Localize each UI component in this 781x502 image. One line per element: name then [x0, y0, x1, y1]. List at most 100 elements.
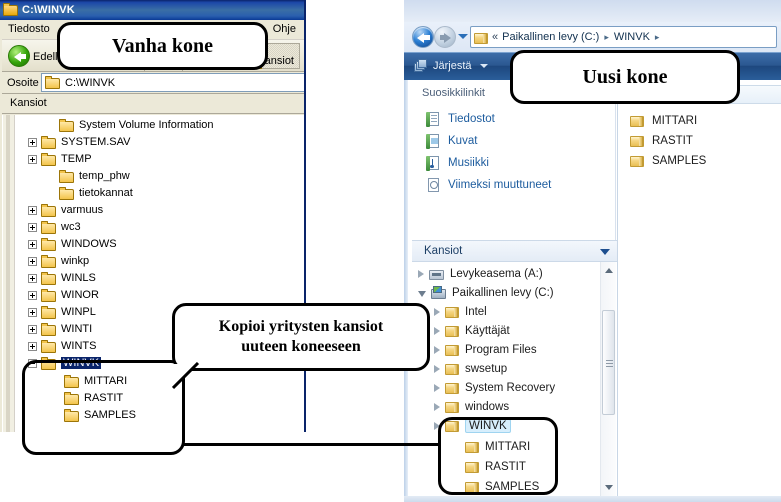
chevron-down-icon	[479, 64, 488, 68]
tree-item-local-disk-c[interactable]: Paikallinen levy (C:)	[418, 283, 554, 302]
folder-icon	[474, 31, 489, 44]
file-list-row-samples[interactable]: SAMPLES	[630, 151, 706, 170]
tree-item-winpl[interactable]: WINPL	[16, 304, 96, 320]
callout-new-machine-text: Uusi kone	[582, 65, 668, 88]
tree-item-intel[interactable]: Intel	[434, 302, 487, 321]
back-button[interactable]	[8, 45, 30, 67]
breadcrumb[interactable]: « Paikallinen levy (C:) ▸ WINVK ▸	[470, 26, 777, 48]
tree-scrollbar[interactable]	[600, 262, 616, 496]
folder-icon	[630, 154, 645, 167]
tree-item-tietokannat[interactable]: tietokannat	[16, 185, 133, 201]
breadcrumb-overflow-icon[interactable]: «	[492, 31, 498, 43]
tree-item-varmuus[interactable]: varmuus	[16, 202, 103, 218]
favorite-link-recently-changed[interactable]: Viimeksi muuttuneet	[426, 176, 551, 194]
tree-item-label: SYSTEM.SAV	[61, 136, 131, 148]
expander-plus-icon[interactable]	[28, 290, 37, 300]
chevron-right-icon[interactable]	[434, 383, 440, 392]
tree-item-windows[interactable]: WINDOWS	[16, 236, 117, 252]
tree-item-label: Levykeasema (A:)	[450, 267, 543, 280]
favorite-link-pictures[interactable]: Kuvat	[426, 132, 477, 150]
back-button[interactable]	[412, 26, 434, 48]
tree-item-system-volume-information[interactable]: System Volume Information	[16, 117, 214, 133]
expander-none-icon	[46, 121, 55, 130]
scroll-down-arrow-icon[interactable]	[605, 485, 613, 490]
window-title: C:\WINVK	[22, 4, 75, 16]
tree-item-wc3[interactable]: wc3	[16, 219, 81, 235]
folder-icon	[41, 152, 57, 166]
tree-item-label: Program Files	[465, 343, 537, 356]
tree-item-label: System Recovery	[465, 381, 556, 394]
tree-item-kayttajat[interactable]: Käyttäjät	[434, 321, 510, 340]
scrollbar-thumb[interactable]	[602, 310, 615, 415]
tree-item-program-files[interactable]: Program Files	[434, 340, 537, 359]
tree-item-winkp[interactable]: winkp	[16, 253, 89, 269]
tree-item-windows[interactable]: windows	[434, 397, 509, 416]
tree-item-floppy-drive[interactable]: Levykeasema (A:)	[418, 264, 543, 283]
expander-plus-icon[interactable]	[28, 205, 37, 215]
expander-plus-icon[interactable]	[28, 324, 37, 334]
expander-plus-icon[interactable]	[28, 239, 37, 249]
chevron-right-icon[interactable]	[434, 364, 440, 373]
folders-section-header[interactable]: Kansiot	[412, 240, 620, 262]
chevron-right-icon[interactable]	[434, 307, 440, 316]
chevron-down-icon[interactable]	[458, 34, 468, 39]
tree-item-label: temp_phw	[79, 170, 130, 182]
folder-icon	[59, 118, 75, 132]
address-bar: Osoite C:\WINVK	[2, 72, 304, 94]
expander-plus-icon[interactable]	[28, 154, 37, 164]
tree-item-temp-phw[interactable]: temp_phw	[16, 168, 130, 184]
folder-icon	[41, 305, 57, 319]
file-list-row-mittari[interactable]: MITTARI	[630, 111, 697, 130]
favorites-title: Suosikkilinkit	[422, 87, 485, 99]
expander-plus-icon[interactable]	[28, 273, 37, 283]
folders-pane-title: Kansiot	[10, 97, 47, 109]
expander-plus-icon[interactable]	[28, 222, 37, 232]
file-list-row-label: SAMPLES	[652, 154, 707, 167]
breadcrumb-item-winvk[interactable]: WINVK	[614, 31, 650, 43]
chevron-right-icon[interactable]	[434, 402, 440, 411]
menu-item-help[interactable]: Ohje	[273, 23, 296, 35]
file-list-pane[interactable]: Nimi MITTARI RASTIT SAMPLES	[617, 80, 781, 496]
callout-old-machine-text: Vanha kone	[112, 34, 213, 57]
chevron-down-icon[interactable]	[418, 290, 426, 297]
tree-item-winor[interactable]: WINOR	[16, 287, 99, 303]
folders-section-label: Kansiot	[424, 245, 463, 257]
tree-item-temp[interactable]: TEMP	[16, 151, 92, 167]
tree-item-system-recovery[interactable]: System Recovery	[434, 378, 555, 397]
organize-button[interactable]: Järjestä	[414, 59, 488, 73]
chevron-right-icon[interactable]	[418, 269, 424, 278]
favorite-link-music[interactable]: Musiikki	[426, 154, 489, 172]
address-bar: « Paikallinen levy (C:) ▸ WINVK ▸	[404, 22, 781, 52]
tree-item-label: wc3	[61, 221, 81, 233]
scroll-up-arrow-icon[interactable]	[605, 268, 613, 273]
folder-icon	[3, 3, 18, 17]
folder-icon	[445, 362, 460, 375]
back-arrow-tail	[20, 54, 26, 59]
pictures-icon	[426, 133, 441, 149]
tree-item-system-sav[interactable]: SYSTEM.SAV	[16, 134, 130, 150]
tree-item-winls[interactable]: WINLS	[16, 270, 96, 286]
expander-plus-icon[interactable]	[28, 256, 37, 266]
expander-plus-icon[interactable]	[28, 137, 37, 147]
tree-item-wints[interactable]: WINTS	[16, 338, 96, 354]
organize-icon	[414, 59, 428, 73]
expander-plus-icon[interactable]	[28, 341, 37, 351]
favorite-link-documents[interactable]: Tiedostot	[426, 110, 495, 128]
tree-scrollbar[interactable]	[3, 115, 15, 432]
file-list-row-rastit[interactable]: RASTIT	[630, 131, 693, 150]
chevron-right-icon[interactable]	[434, 326, 440, 335]
music-icon	[426, 155, 441, 171]
tree-item-label: varmuus	[61, 204, 104, 216]
address-input[interactable]: C:\WINVK	[41, 73, 304, 92]
chevron-right-icon[interactable]	[434, 345, 440, 354]
forward-button[interactable]	[434, 26, 456, 48]
tree-item-winti[interactable]: WINTI	[16, 321, 92, 337]
expander-plus-icon[interactable]	[28, 307, 37, 317]
menu-item-file[interactable]: Tiedosto	[8, 23, 50, 35]
breadcrumb-item-drive[interactable]: Paikallinen levy (C:)	[502, 31, 599, 43]
folder-icon	[445, 381, 460, 394]
tree-item-swsetup[interactable]: swsetup	[434, 359, 507, 378]
callout-instruction-text: Kopioi yritysten kansiot uuteen koneesee…	[211, 317, 391, 357]
tree-item-label: System Volume Information	[79, 119, 214, 131]
chevron-down-icon[interactable]	[600, 249, 610, 255]
